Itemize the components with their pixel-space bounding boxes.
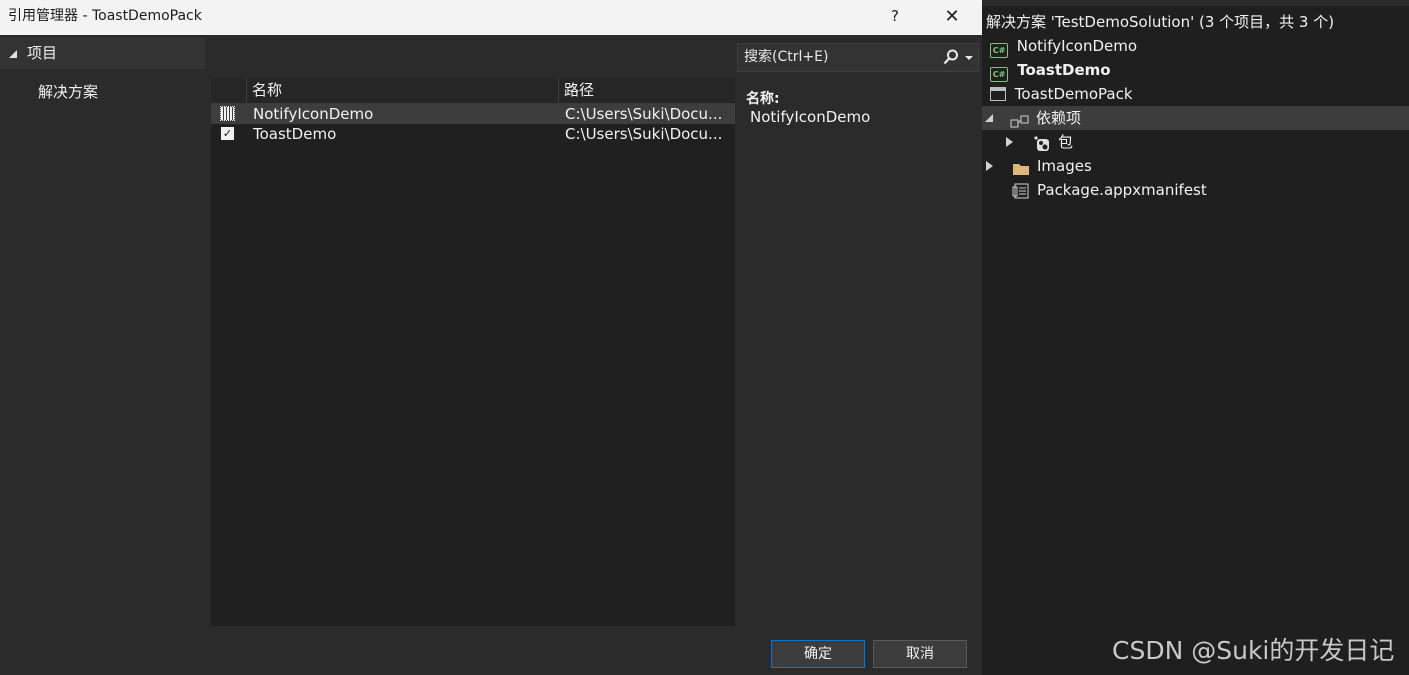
title-bar[interactable]: 引用管理器 - ToastDemoPack ? ✕ xyxy=(0,0,982,35)
package-project-icon xyxy=(990,87,1006,101)
cancel-button[interactable]: 取消 xyxy=(873,640,967,668)
ok-button[interactable]: 确定 xyxy=(771,640,865,668)
project-toastdemo[interactable]: C# ToastDemo xyxy=(990,58,1111,82)
manifest-node[interactable]: Package.appxmanifest xyxy=(982,178,1409,202)
left-nav-header-label: 项目 xyxy=(27,44,58,62)
search-input[interactable]: 搜索(Ctrl+E) xyxy=(744,44,828,71)
nuget-package-icon xyxy=(1034,135,1050,151)
row-path: C:\Users\Suki\Docu... xyxy=(565,105,723,123)
expanded-triangle-icon[interactable] xyxy=(985,114,993,122)
table-row[interactable]: NotifyIconDemo C:\Users\Suki\Docu... xyxy=(211,104,735,124)
manifest-label: Package.appxmanifest xyxy=(1037,181,1207,199)
reference-manager-dialog: 引用管理器 - ToastDemoPack ? ✕ 项目 解决方案 搜索(Ctr… xyxy=(0,0,982,675)
row-path: C:\Users\Suki\Docu... xyxy=(565,125,723,143)
project-label: ToastDemoPack xyxy=(1014,85,1133,103)
row-checkbox-unchecked[interactable] xyxy=(220,106,235,121)
solution-explorer: 解决方案 'TestDemoSolution' (3 个项目，共 3 个) C#… xyxy=(982,0,1409,675)
column-header-path-label: 路径 xyxy=(564,81,595,99)
solution-explorer-search-strip xyxy=(982,0,1409,6)
manifest-icon xyxy=(1012,182,1030,199)
expanded-triangle-icon xyxy=(9,50,17,58)
collapsed-triangle-icon[interactable] xyxy=(986,161,993,171)
dependencies-label: 依赖项 xyxy=(1036,109,1082,127)
close-button[interactable]: ✕ xyxy=(936,0,968,33)
button-bar: 确定 取消 xyxy=(0,631,982,675)
project-toastdemopack[interactable]: ToastDemoPack xyxy=(990,82,1133,106)
dependencies-icon xyxy=(1010,111,1030,128)
column-header-name[interactable]: 名称 xyxy=(247,78,559,103)
dependencies-node[interactable]: 依赖项 xyxy=(982,106,1409,130)
solution-node[interactable]: 解决方案 'TestDemoSolution' (3 个项目，共 3 个) xyxy=(986,10,1334,34)
search-box[interactable]: 搜索(Ctrl+E) xyxy=(737,43,979,72)
details-name-label: 名称: xyxy=(746,91,780,107)
project-label: NotifyIconDemo xyxy=(1016,37,1138,55)
left-nav-header-projects[interactable]: 项目 xyxy=(0,37,205,69)
left-nav-item-solution[interactable]: 解决方案 xyxy=(38,81,98,103)
folder-icon xyxy=(1012,159,1030,175)
row-checkbox-checked[interactable]: ✓ xyxy=(221,127,234,140)
dialog-title: 引用管理器 - ToastDemoPack xyxy=(8,8,202,24)
project-list-grid xyxy=(211,78,735,626)
project-notifyicondemo[interactable]: C# NotifyIconDemo xyxy=(990,34,1137,58)
project-label: ToastDemo xyxy=(1017,61,1111,79)
search-icon[interactable] xyxy=(943,49,959,65)
collapsed-triangle-icon[interactable] xyxy=(1006,137,1013,147)
images-folder-node[interactable]: Images xyxy=(982,154,1409,178)
packages-node[interactable]: 包 xyxy=(982,130,1409,154)
left-nav-panel xyxy=(0,35,205,631)
column-header-checkbox xyxy=(211,78,247,103)
csharp-project-icon: C# xyxy=(990,67,1008,82)
grid-header: 名称 路径 xyxy=(211,78,735,104)
help-button[interactable]: ? xyxy=(880,0,910,33)
details-name-value: NotifyIconDemo xyxy=(750,108,871,126)
search-options-dropdown-icon[interactable] xyxy=(965,56,973,60)
csharp-project-icon: C# xyxy=(990,43,1008,58)
table-row[interactable]: ✓ ToastDemo C:\Users\Suki\Docu... xyxy=(211,124,735,144)
column-header-path[interactable]: 路径 xyxy=(559,78,735,103)
row-name: ToastDemo xyxy=(253,125,337,143)
images-folder-label: Images xyxy=(1037,157,1092,175)
solution-label: 解决方案 'TestDemoSolution' (3 个项目，共 3 个) xyxy=(986,13,1335,31)
watermark: CSDN @Suki的开发日记 xyxy=(1112,636,1395,665)
row-name: NotifyIconDemo xyxy=(253,105,374,123)
packages-label: 包 xyxy=(1058,133,1074,151)
column-header-name-label: 名称 xyxy=(252,81,283,99)
